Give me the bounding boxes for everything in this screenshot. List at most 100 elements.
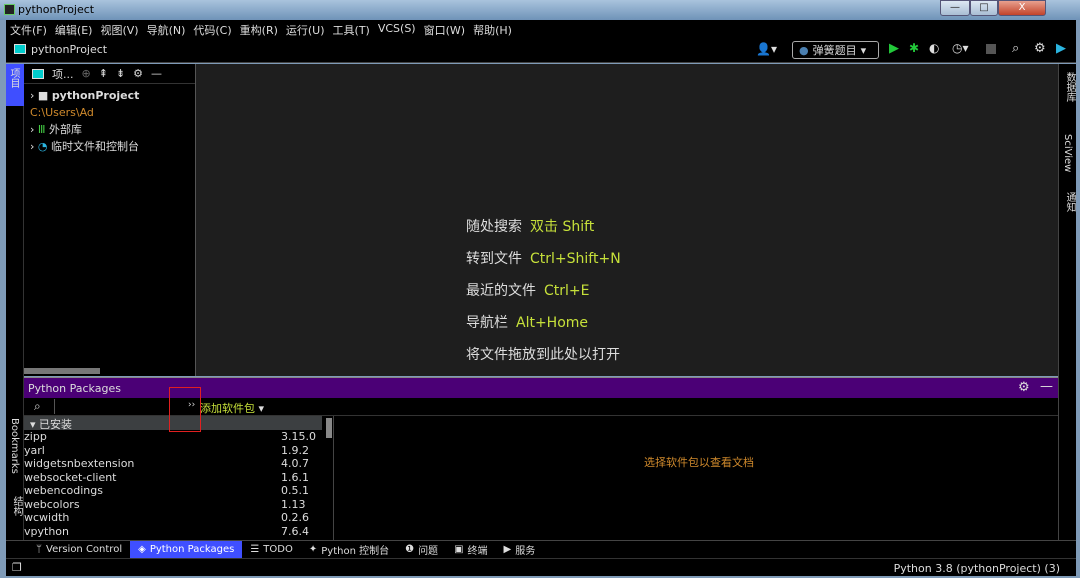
tool-structure-tab[interactable]: 结构 — [9, 496, 24, 516]
play-circle-icon: ▶ — [503, 544, 512, 555]
horizontal-scrollbar[interactable] — [24, 368, 100, 374]
menu-code[interactable]: 代码(C) — [189, 20, 235, 38]
package-search-input[interactable] — [54, 399, 184, 414]
run-config-label: 弹簧题目 — [812, 44, 857, 57]
package-version: 1.6.1 — [281, 470, 309, 484]
project-icon — [14, 44, 26, 54]
tool-tab-todo[interactable]: ☰ TODO — [242, 541, 301, 558]
tool-tab-python-控制台[interactable]: ✦ Python 控制台 — [301, 541, 397, 558]
menu-run[interactable]: 运行(U) — [282, 20, 329, 38]
terminal-icon: ▣ — [454, 544, 464, 555]
package-name: webencodings — [24, 484, 103, 497]
tool-tab-label: 服务 — [515, 546, 536, 557]
bottom-tool-tabs: ᛘ Version Control ◈ Python Packages ☰ TODO ✦ Py… — [6, 540, 1076, 558]
hint-navigation-bar: 导航栏 Alt+Home — [466, 315, 589, 331]
tree-item-scratches[interactable]: › ◔ 临时文件和控制台 — [30, 138, 195, 155]
package-row[interactable]: webcolors 1.13 — [24, 498, 333, 512]
locate-icon[interactable]: ⊕ — [82, 67, 91, 80]
tree-label: pythonProject — [51, 89, 140, 102]
search-icon[interactable]: ⌕ — [1012, 41, 1019, 56]
menu-help[interactable]: 帮助(H) — [469, 20, 516, 38]
collapse-all-icon[interactable]: ⇟ — [116, 67, 125, 80]
tool-tab-终端[interactable]: ▣ 终端 — [446, 541, 495, 558]
jetbrains-toolbox-icon[interactable]: ▶ — [1056, 41, 1066, 56]
run-config-dropdown[interactable]: ● 弹簧题目 ▾ — [792, 41, 879, 59]
library-icon: Ⅲ — [37, 123, 46, 136]
menu-refactor[interactable]: 重构(R) — [236, 20, 282, 38]
package-row[interactable]: webencodings 0.5.1 — [24, 484, 333, 498]
package-version: 0.2.6 — [281, 511, 309, 524]
stop-icon[interactable] — [986, 44, 996, 54]
vertical-scrollbar[interactable] — [326, 418, 332, 438]
tree-item-external-libraries[interactable]: › Ⅲ 外部库 — [30, 121, 195, 138]
hide-icon[interactable]: — — [1040, 379, 1053, 394]
toggle-tool-windows-icon[interactable]: ❐ — [12, 561, 22, 574]
package-row[interactable]: vpython 7.6.4 — [24, 525, 333, 539]
tool-tab-label: 问题 — [418, 546, 439, 557]
tree-label: 外部库 — [49, 123, 82, 136]
tool-tab-python-packages[interactable]: ◈ Python Packages — [130, 541, 243, 558]
package-version: 3.15.0 — [281, 430, 316, 443]
tool-tab-label: Version Control — [46, 544, 123, 555]
search-icon: ⌕ — [34, 399, 41, 413]
scratch-icon: ◔ — [37, 140, 48, 153]
menu-edit[interactable]: 编辑(E) — [51, 20, 97, 38]
package-row[interactable]: widgetsnbextension 4.0.7 — [24, 457, 333, 471]
minimize-button[interactable]: — — [940, 0, 970, 16]
menu-view[interactable]: 视图(V) — [96, 20, 142, 38]
menu-vcs[interactable]: VCS(S) — [374, 20, 420, 38]
package-name: yarl — [24, 443, 45, 457]
tree-item-project[interactable]: › ■ pythonProject C:\Users\Ad — [30, 87, 195, 121]
tool-tab-问题[interactable]: ❶ 问题 — [397, 541, 446, 558]
project-path: C:\Users\Ad — [30, 106, 94, 119]
tool-project-tab[interactable]: 项目 — [6, 64, 24, 106]
package-name: wcwidth — [24, 511, 70, 524]
tool-database-tab[interactable]: 数据库 — [1062, 72, 1077, 102]
debug-icon[interactable]: ✱ — [909, 41, 919, 55]
add-package-button[interactable]: 添加软件包 ▾ — [200, 400, 264, 416]
vcs-icon: ᛘ — [36, 544, 42, 555]
project-icon — [32, 68, 44, 79]
package-row[interactable]: zipp 3.15.0 — [24, 430, 333, 444]
tool-bookmarks-tab[interactable]: Bookmarks — [9, 418, 20, 474]
warning-icon: ❶ — [405, 544, 415, 555]
project-panel: 项... ⊕ ⇞ ⇟ ⚙ — › ■ pythonProject C:\User… — [24, 64, 196, 376]
tool-tab-服务[interactable]: ▶ 服务 — [496, 541, 544, 558]
gear-icon[interactable]: ⚙ — [1034, 41, 1046, 56]
breadcrumb-project[interactable]: pythonProject — [31, 43, 107, 56]
maximize-button[interactable]: □ — [970, 0, 998, 16]
project-panel-title[interactable]: 项... — [52, 66, 74, 82]
run-icon[interactable]: ▶ — [889, 41, 899, 56]
package-version: 1.9.2 — [281, 443, 309, 457]
hint-drop-files: 将文件拖放到此处以打开 — [466, 347, 620, 363]
tool-notifications-tab[interactable]: 通知 — [1062, 192, 1077, 212]
hide-icon[interactable]: — — [151, 67, 162, 80]
status-bar: ❐ Python 3.8 (pythonProject) (3) — [6, 558, 1076, 576]
menu-window[interactable]: 窗口(W) — [420, 20, 469, 38]
interpreter-status[interactable]: Python 3.8 (pythonProject) (3) — [894, 562, 1060, 575]
folder-icon: ■ — [37, 89, 49, 102]
user-icon[interactable]: 👤▾ — [756, 42, 777, 56]
package-row[interactable]: yarl 1.9.2 — [24, 444, 333, 458]
package-row[interactable]: wcwidth 0.2.6 — [24, 511, 333, 525]
coverage-icon[interactable]: ◐ — [929, 41, 939, 55]
menu-file[interactable]: 文件(F) — [6, 20, 51, 38]
gear-icon[interactable]: ⚙ — [1018, 380, 1030, 395]
close-button[interactable]: X — [998, 0, 1046, 16]
pycharm-logo-icon — [4, 4, 15, 15]
right-tool-strip: 数据库 SciView 通知 — [1058, 64, 1076, 540]
highlight-box — [169, 387, 201, 432]
tool-tab-version-control[interactable]: ᛘ Version Control — [28, 541, 130, 558]
tree-label: 临时文件和控制台 — [51, 140, 140, 153]
title-bar: pythonProject — □ X — [0, 0, 1080, 20]
package-row[interactable]: websocket-client 1.6.1 — [24, 471, 333, 485]
doc-placeholder: 选择软件包以查看文档 — [644, 456, 754, 469]
python-icon: ✦ — [308, 544, 318, 555]
menu-navigate[interactable]: 导航(N) — [143, 20, 190, 38]
tool-sciview-tab[interactable]: SciView — [1062, 134, 1073, 172]
menu-tools[interactable]: 工具(T) — [329, 20, 374, 38]
tool-tab-label: TODO — [263, 544, 293, 555]
profile-icon[interactable]: ◷▾ — [952, 41, 969, 55]
expand-all-icon[interactable]: ⇞ — [99, 67, 108, 80]
gear-icon[interactable]: ⚙ — [133, 67, 143, 80]
